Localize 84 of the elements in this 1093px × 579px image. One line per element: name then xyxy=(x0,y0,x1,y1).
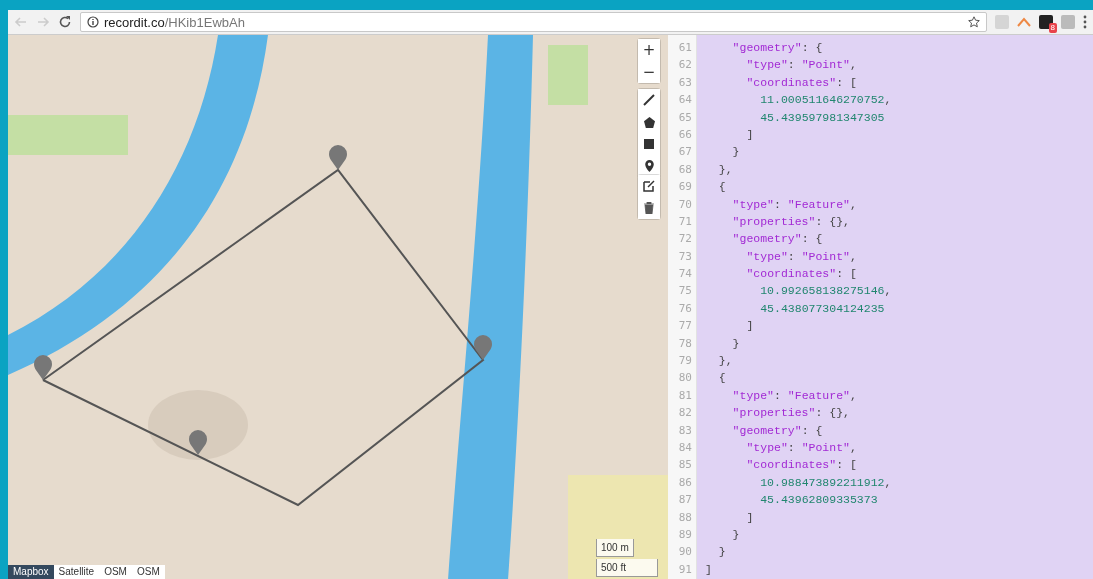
edit-icon xyxy=(643,180,655,192)
square-icon xyxy=(644,139,654,149)
code-line: } xyxy=(731,144,740,161)
url-path: /HKib1EwbAh xyxy=(164,14,245,30)
layer-tab[interactable]: Mapbox xyxy=(8,565,54,579)
line-number: 77 xyxy=(677,318,693,335)
line-number: 68 xyxy=(677,161,693,178)
code-line: "type": "Feature", xyxy=(731,387,857,404)
code-line: }, xyxy=(717,161,733,178)
code-line: ] xyxy=(745,318,754,335)
code-line: 45.439597981347305 xyxy=(759,109,885,126)
line-number: 72 xyxy=(677,231,693,248)
code-line: }, xyxy=(717,353,733,370)
code-line: ] xyxy=(704,561,712,578)
line-tool-icon xyxy=(643,94,655,106)
line-number: 63 xyxy=(677,74,693,91)
address-bar[interactable]: recordit.co/HKib1EwbAh xyxy=(80,12,987,32)
line-number: 75 xyxy=(677,283,693,300)
code-line: "geometry": { xyxy=(731,422,823,439)
code-line: { xyxy=(717,179,726,196)
line-number: 85 xyxy=(677,457,693,474)
trash-icon xyxy=(644,202,654,214)
code-line: } xyxy=(717,544,726,561)
code-line: "type": "Point", xyxy=(745,440,857,456)
code-line: "coordinates": [ xyxy=(745,266,857,283)
line-number: 89 xyxy=(677,526,693,543)
line-number: 82 xyxy=(677,405,693,422)
code-line: ] xyxy=(745,126,754,143)
map-pin-icon[interactable] xyxy=(189,430,207,455)
code-line: { xyxy=(717,370,726,387)
reload-icon[interactable] xyxy=(58,15,72,29)
line-number: 76 xyxy=(677,300,693,317)
line-number: 79 xyxy=(677,353,693,370)
line-number: 80 xyxy=(677,370,693,387)
menu-icon[interactable] xyxy=(1083,15,1087,29)
scale-bar: 100 m xyxy=(596,539,634,557)
code-line: "properties": {}, xyxy=(731,405,850,422)
line-number: 83 xyxy=(677,422,693,439)
pentagon-icon xyxy=(643,116,655,128)
notification-badge: 8 xyxy=(1048,23,1057,33)
line-number: 81 xyxy=(677,387,693,404)
code-line: 10.992658138275146, xyxy=(759,283,892,300)
line-number: 88 xyxy=(677,509,693,526)
code-line: } xyxy=(731,526,740,543)
line-number: 84 xyxy=(677,440,693,456)
scale-bar: 500 ft xyxy=(596,559,658,577)
line-number: 64 xyxy=(677,92,693,109)
map-pin-icon[interactable] xyxy=(34,355,52,380)
map-pin-icon[interactable] xyxy=(329,145,347,170)
line-number: 67 xyxy=(677,144,693,161)
code-line: ] xyxy=(745,509,754,526)
code-line: "coordinates": [ xyxy=(745,74,857,91)
line-number: 73 xyxy=(677,248,693,265)
line-number: 62 xyxy=(677,57,693,74)
url-host: recordit.co xyxy=(104,14,165,30)
code-line: 45.438077304124235 xyxy=(759,300,885,317)
line-number: 91 xyxy=(677,561,693,578)
line-number: 78 xyxy=(677,335,693,352)
info-icon xyxy=(87,16,99,28)
code-line: 11.000511646270752, xyxy=(759,92,892,109)
line-number: 71 xyxy=(677,213,693,230)
code-line: "geometry": { xyxy=(731,40,823,56)
code-line: "geometry": { xyxy=(731,231,823,248)
line-number: 66 xyxy=(677,126,693,143)
line-number: 69 xyxy=(677,179,693,196)
marker-icon xyxy=(644,160,654,172)
star-icon[interactable] xyxy=(968,16,980,28)
code-line: "properties": {}, xyxy=(731,213,850,230)
line-number: 70 xyxy=(677,196,693,213)
park-area xyxy=(548,45,588,105)
code-line: "type": "Point", xyxy=(745,57,857,74)
line-number: 65 xyxy=(677,109,693,126)
code-line: "type": "Feature", xyxy=(731,196,857,213)
line-number: 87 xyxy=(677,492,693,509)
code-line: "coordinates": [ xyxy=(745,457,857,474)
line-number: 90 xyxy=(677,544,693,561)
code-line: 10.988473892211912, xyxy=(759,474,892,491)
line-number: 74 xyxy=(677,266,693,283)
line-number: 86 xyxy=(677,474,693,491)
map-pin-icon[interactable] xyxy=(474,335,492,360)
code-line: } xyxy=(731,335,740,352)
code-line: "type": "Point", xyxy=(745,248,857,265)
code-line: 45.43962809335373 xyxy=(759,492,878,509)
line-number: 61 xyxy=(677,40,693,56)
